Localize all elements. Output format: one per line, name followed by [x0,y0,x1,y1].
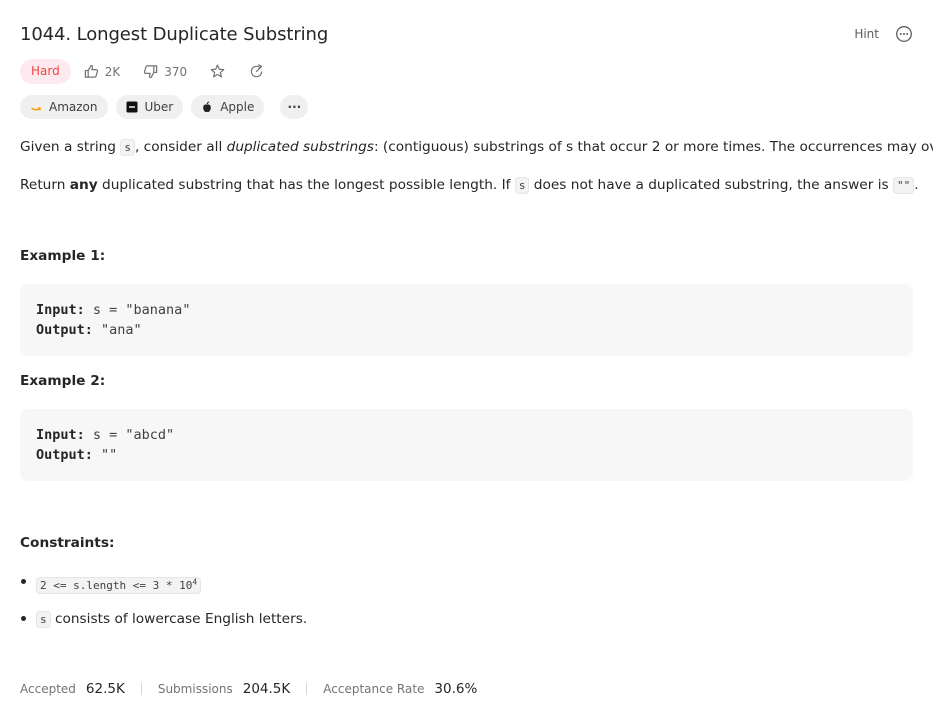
dislike-button[interactable]: 370 [142,63,187,80]
example-block: Input: s = "abcd" Output: "" [20,409,913,481]
uber-logo-icon [126,101,138,113]
inline-code: 2 <= s.length <= 3 * 104 [36,576,202,594]
inline-code: s [120,139,135,156]
example-input-line: Input: s = "banana" [36,302,191,318]
like-button[interactable]: 2K [83,63,121,80]
favorite-button[interactable] [209,63,226,80]
example-title: Example 2: [20,373,106,389]
description-paragraph: Return any duplicated substring that has… [20,177,919,194]
example-title: Example 1: [20,248,106,264]
problem-header: 1044. Longest Duplicate Substring Hint [20,22,913,48]
company-tag-uber[interactable]: Uber [115,95,184,119]
constraint-item: 2 <= s.length <= 3 * 104 [20,571,307,597]
inline-code: s [36,610,51,628]
divider [306,683,308,695]
inline-code: s [514,177,530,194]
hint-button[interactable]: Hint [854,27,879,41]
share-icon [250,64,263,78]
example-output-line: Output: "" [36,447,118,463]
apple-logo-icon [201,101,213,113]
problem-title: 1044. Longest Duplicate Substring [20,24,329,45]
share-button[interactable] [248,63,265,80]
constraint-item: s consists of lowercase English letters. [20,608,307,631]
company-tags: Amazon Uber Apple ··· [20,95,309,119]
acceptance-rate-stat: Acceptance Rate 30.6% [323,681,478,697]
description-paragraph: Given a string s, consider all duplicate… [20,139,933,156]
constraints-title: Constraints: [20,535,115,551]
star-icon [210,64,225,78]
thumbs-up-icon [84,64,98,78]
company-name: Amazon [49,100,98,114]
more-companies-button[interactable]: ··· [280,95,309,119]
example-output-line: Output: "ana" [36,322,142,338]
company-tag-apple[interactable]: Apple [191,95,265,119]
example-input-line: Input: s = "abcd" [36,427,175,443]
like-count: 2K [104,64,121,79]
divider [140,683,142,695]
difficulty-badge: Hard [20,59,71,84]
bold-text: any [69,177,98,193]
amazon-logo-icon [30,101,42,113]
submissions-stat: Submissions 204.5K [157,681,291,697]
example-block: Input: s = "banana" Output: "ana" [20,284,913,356]
problem-description: Given a string s, consider all duplicate… [20,137,933,196]
constraints-list: 2 <= s.length <= 3 * 104 s consists of l… [20,571,307,642]
more-options-icon[interactable] [895,25,913,43]
company-tag-amazon[interactable]: Amazon [20,95,108,119]
company-name: Uber [144,100,174,114]
thumbs-down-icon [144,65,158,79]
submission-stats: Accepted 62.5K Submissions 204.5K Accept… [20,681,477,697]
inline-code: "" [892,177,915,194]
accepted-stat: Accepted 62.5K [20,681,125,697]
dislike-count: 370 [164,64,188,79]
company-name: Apple [220,100,255,114]
problem-meta: Hard 2K 370 [20,59,287,84]
header-actions: Hint [854,25,913,43]
emphasis: duplicated substrings [226,139,374,155]
